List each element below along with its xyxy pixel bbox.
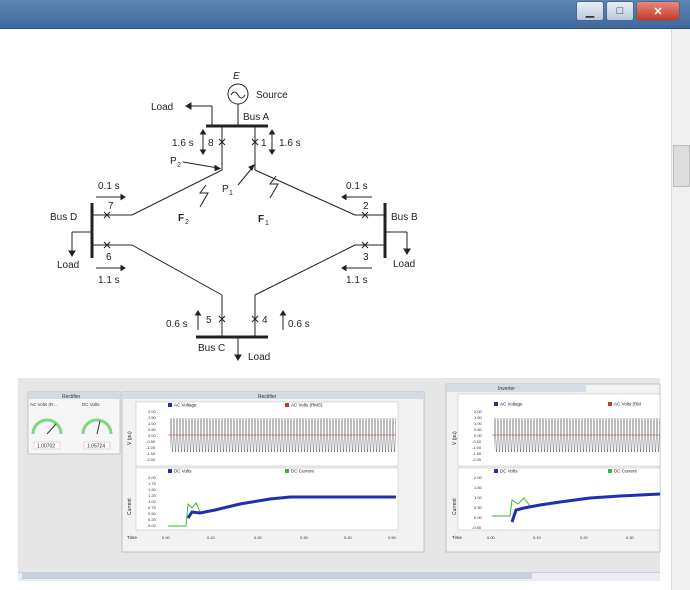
rect-ac-tick-5: -0.50 <box>146 439 156 444</box>
rect-dc-tick-7: 0.25 <box>148 517 157 522</box>
rect-dc-tick-3: 1.25 <box>148 493 157 498</box>
rectifier-ac-yticks: 2.00 1.50 1.00 0.50 0.00 -0.50 -1.00 -1.… <box>146 409 157 462</box>
horizontal-scrollbar-thumb[interactable] <box>22 573 532 579</box>
inverter-ac-legend-rms: AC Volts (RM <box>614 402 641 407</box>
ac-volts-meter-value: 1.00702 <box>37 444 55 450</box>
inv-ac-tick-8: -2.00 <box>472 457 482 462</box>
rectifier-ac-legend-voltage: AC Voltage <box>174 403 197 408</box>
inv-time-tick-0: 0.00 <box>487 535 496 540</box>
rect-dc-tick-0: 2.00 <box>148 475 157 480</box>
inv-dc-tick-1: 1.50 <box>474 485 483 490</box>
rectifier-plot-title: Rectifier <box>258 394 277 400</box>
rect-dc-tick-1: 1.75 <box>148 481 157 486</box>
rectifier-dc-ylabel: Current <box>127 498 133 515</box>
rect-time-tick-1: 0.10 <box>207 535 216 540</box>
inv-time-tick-3: 0.30 <box>626 535 635 540</box>
inv-dc-tick-5: -0.50 <box>472 525 482 530</box>
rectifier-meter-panel: Rectifier AC Volts (R... DC Volts 1.0070… <box>27 391 121 455</box>
inv-ac-tick-5: -0.50 <box>472 439 482 444</box>
rect-ac-tick-0: 2.00 <box>148 409 157 414</box>
rectifier-dc-yticks: 2.00 1.75 1.50 1.25 1.00 0.75 0.50 0.25 … <box>148 475 157 528</box>
rectifier-dc-legend-volts: DC Volts <box>174 469 192 474</box>
inverter-plot-panel: Inverter AC Voltage AC Volts (RM V (pu) … <box>445 383 661 553</box>
inv-time-tick-1: 0.10 <box>533 535 542 540</box>
rect-time-tick-3: 0.30 <box>300 535 309 540</box>
rect-ac-tick-2: 1.00 <box>148 421 157 426</box>
inverter-dc-ylabel: Current <box>452 498 458 515</box>
rectifier-dc-legend-current: DC Current <box>291 469 315 474</box>
rectifier-ac-ylabel: V (pu) <box>127 431 133 445</box>
dc-volts-meter-value: 1.05724 <box>87 444 105 450</box>
rect-ac-tick-3: 0.50 <box>148 427 157 432</box>
rect-dc-tick-2: 1.50 <box>148 487 157 492</box>
rect-ac-tick-8: -2.00 <box>146 457 156 462</box>
inv-ac-tick-0: 2.00 <box>474 409 483 414</box>
inv-ac-tick-4: 0.00 <box>474 433 483 438</box>
rectifier-meter-title: Rectifier <box>62 394 81 400</box>
inv-dc-tick-3: 0.50 <box>474 505 483 510</box>
ac-volts-meter-label: AC Volts (R... <box>30 402 57 407</box>
rectifier-ac-legend-rms: AC Volts (RMS) <box>291 403 323 408</box>
simulation-plots: Rectifier AC Volts (R... DC Volts 1.0070… <box>18 378 661 572</box>
inverter-time-label: Time <box>452 535 462 540</box>
inverter-plot-title: Inverter <box>498 386 515 392</box>
inv-ac-tick-2: 1.00 <box>474 421 483 426</box>
rect-ac-tick-7: -1.50 <box>146 451 156 456</box>
inv-dc-tick-0: 2.00 <box>474 475 483 480</box>
inverter-ac-yticks: 2.00 1.50 1.00 0.50 0.00 -0.50 -1.00 -1.… <box>472 409 483 462</box>
rectifier-time-label: Time <box>127 535 137 540</box>
inv-time-tick-2: 0.20 <box>580 535 589 540</box>
inv-ac-tick-3: 0.50 <box>474 427 483 432</box>
rect-dc-tick-4: 1.00 <box>148 499 157 504</box>
rect-ac-tick-6: -1.00 <box>146 445 156 450</box>
rect-dc-tick-5: 0.75 <box>148 505 157 510</box>
inverter-dc-legend-volts: DC Volts <box>500 469 518 474</box>
inv-ac-tick-1: 1.50 <box>474 415 483 420</box>
rect-ac-tick-4: 0.00 <box>148 433 157 438</box>
inv-dc-tick-2: 1.00 <box>474 495 483 500</box>
inv-dc-tick-4: 0.00 <box>474 515 483 520</box>
dc-volts-meter-label: DC Volts <box>82 402 100 407</box>
inv-ac-tick-6: -1.00 <box>472 445 482 450</box>
inverter-ac-ylabel: V (pu) <box>452 431 458 445</box>
rect-time-tick-2: 0.20 <box>254 535 263 540</box>
rect-dc-tick-8: 0.00 <box>148 523 157 528</box>
rect-time-tick-4: 0.40 <box>344 535 353 540</box>
rectifier-plot-panel: Rectifier AC Voltage AC Volts (RMS) V (p… <box>121 391 425 553</box>
inverter-dc-legend-current: DC Current <box>614 469 638 474</box>
rect-time-tick-0: 0.00 <box>162 535 171 540</box>
inverter-ac-legend-voltage: AC Voltage <box>500 402 523 407</box>
rect-dc-tick-6: 0.50 <box>148 511 157 516</box>
rect-time-tick-5: 0.50 <box>388 535 397 540</box>
rect-ac-tick-1: 1.50 <box>148 415 157 420</box>
inv-ac-tick-7: -1.50 <box>472 451 482 456</box>
